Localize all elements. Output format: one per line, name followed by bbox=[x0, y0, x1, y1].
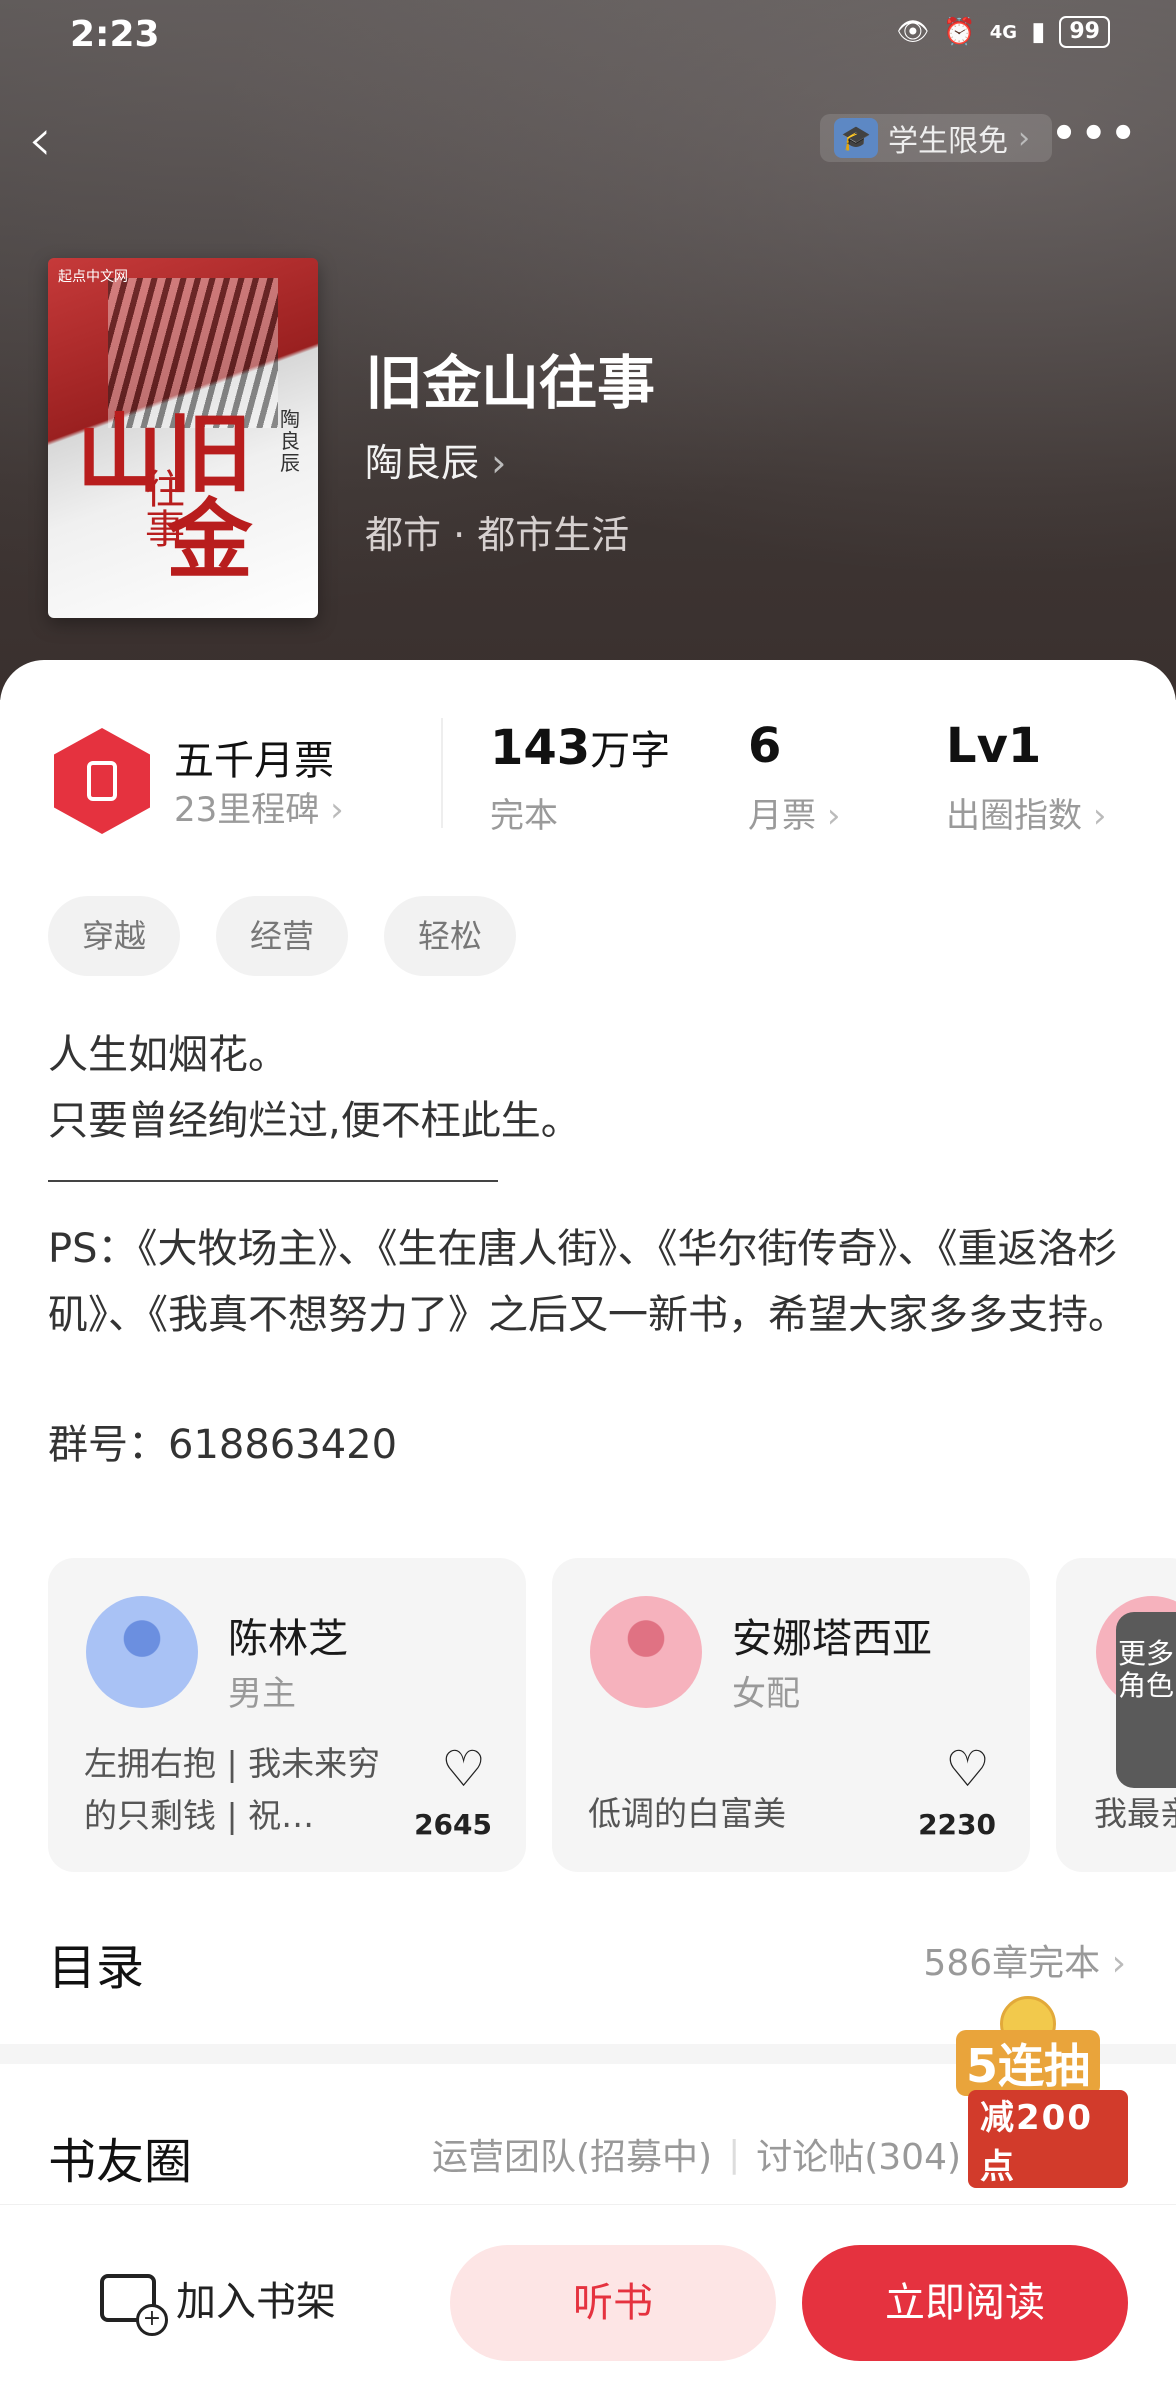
character-role: 男主 bbox=[228, 1674, 296, 1714]
signal-icon: ▮ bbox=[1031, 17, 1046, 47]
add-to-shelf-label: 加入书架 bbox=[176, 2279, 336, 2325]
book-genre: 都市 · 都市生活 bbox=[365, 513, 630, 557]
status-icons: 👁 ⏰ 4G ▮ 99 bbox=[896, 16, 1110, 48]
eye-icon: 👁 bbox=[896, 17, 930, 47]
tag-chip[interactable]: 经营 bbox=[216, 896, 349, 976]
more-button[interactable]: ••• bbox=[1051, 114, 1140, 154]
book-cover[interactable]: 起点中文网 旧金山 往事 陶良辰 bbox=[48, 258, 318, 618]
student-free-label: 学生限免 bbox=[888, 124, 1008, 159]
completion-status: 完本 bbox=[490, 796, 558, 836]
promo-title: 5连抽 bbox=[956, 2030, 1101, 2096]
catalog-title: 目录 bbox=[48, 1940, 145, 1996]
character-desc: 低调的白富美 bbox=[588, 1794, 786, 1833]
community-title: 书友圈 bbox=[48, 2134, 193, 2190]
more-horizontal-icon: ••• bbox=[1051, 111, 1140, 157]
like-count: 2230 bbox=[918, 1808, 996, 1841]
alarm-icon: ⏰ bbox=[943, 17, 976, 47]
description-ps: PS：《大牧场主》、《生在唐人街》、《华尔街传奇》、《重返洛杉矶》、《我真不想努… bbox=[48, 1226, 1128, 1338]
ticket-badge-icon bbox=[54, 728, 150, 834]
influence-link[interactable]: 出圈指数 › bbox=[946, 788, 1106, 837]
character-avatar bbox=[86, 1596, 198, 1708]
stats-row: 五千月票 23里程碑 › 143万字 完本 6 月票 › Lv1 出圈指数 › bbox=[0, 718, 1176, 858]
operation-team-link[interactable]: 运营团队(招募中) bbox=[432, 2128, 712, 2180]
book-title: 旧金山往事 bbox=[365, 349, 656, 417]
add-to-shelf-button[interactable]: 加入书架 bbox=[100, 2269, 336, 2336]
author-name: 陶良辰 bbox=[365, 441, 480, 485]
author-link[interactable]: 陶良辰 › bbox=[365, 432, 506, 487]
bookshelf-add-icon bbox=[100, 2274, 168, 2336]
character-avatar bbox=[590, 1596, 702, 1708]
divider bbox=[441, 718, 443, 828]
network-label: 4G bbox=[989, 21, 1018, 43]
chevron-right-icon: › bbox=[1111, 1943, 1126, 1984]
tickets-value: 6 bbox=[748, 718, 782, 774]
chevron-left-icon: ‹ bbox=[28, 105, 52, 175]
promo-subtitle: 减200点 bbox=[968, 2090, 1128, 2188]
word-count: 143万字 bbox=[490, 718, 670, 776]
chevron-right-icon: › bbox=[491, 441, 507, 485]
tickets-link[interactable]: 月票 › bbox=[748, 788, 840, 837]
status-time: 2:23 bbox=[70, 14, 160, 55]
read-now-button[interactable]: 立即阅读 bbox=[802, 2245, 1128, 2361]
character-card[interactable]: 安娜塔西亚 女配 低调的白富美 ♡ 2230 bbox=[552, 1558, 1030, 1872]
catalog-status: 586章完本 bbox=[923, 1943, 1101, 1984]
cover-brand: 起点中文网 bbox=[58, 269, 128, 285]
promo-badge[interactable]: 5连抽 减200点 bbox=[950, 1996, 1128, 2188]
listen-button[interactable]: 听书 bbox=[450, 2245, 776, 2361]
influence-value: Lv1 bbox=[946, 718, 1042, 774]
battery-indicator: 99 bbox=[1059, 16, 1110, 48]
description-line: 只要曾经绚烂过,便不枉此生。 bbox=[48, 1098, 581, 1144]
top-nav: ‹ 🎓 学生限免 › ••• bbox=[0, 110, 1176, 180]
character-name: 陈林芝 bbox=[228, 1616, 348, 1662]
discussion-posts-link[interactable]: 讨论帖(304) bbox=[756, 2128, 961, 2180]
character-desc: 我最亲 bbox=[1094, 1794, 1176, 1833]
cover-art bbox=[108, 278, 278, 428]
chevron-right-icon: › bbox=[330, 790, 344, 830]
back-button[interactable]: ‹ bbox=[28, 110, 52, 170]
student-free-button[interactable]: 🎓 学生限免 › bbox=[820, 114, 1052, 162]
monthly-ticket-title: 五千月票 bbox=[174, 738, 334, 784]
status-bar: 2:23 👁 ⏰ 4G ▮ 99 bbox=[0, 0, 1176, 72]
cover-author: 陶良辰 bbox=[280, 407, 300, 475]
cover-subtitle: 往事 bbox=[138, 468, 184, 548]
word-count-unit: 万字 bbox=[590, 728, 671, 774]
bottom-action-bar: 加入书架 听书 立即阅读 bbox=[0, 2204, 1176, 2401]
description-group: 群号：618863420 bbox=[48, 1422, 398, 1468]
tag-chip[interactable]: 轻松 bbox=[384, 896, 517, 976]
description-line: 人生如烟花。 bbox=[48, 1032, 288, 1078]
character-name: 安娜塔西亚 bbox=[732, 1616, 932, 1662]
influence-label: 出圈指数 bbox=[946, 796, 1082, 836]
character-card[interactable]: 陈林芝 男主 左拥右抱 | 我未来穷的只剩钱 | 祝… ♡ 2645 bbox=[48, 1558, 526, 1872]
milestone-link[interactable]: 23里程碑 › bbox=[174, 782, 344, 831]
description-separator bbox=[48, 1180, 498, 1182]
graduation-cap-icon: 🎓 bbox=[834, 118, 878, 158]
milestone-label: 23里程碑 bbox=[174, 790, 320, 830]
tickets-label: 月票 bbox=[748, 796, 816, 836]
catalog-link[interactable]: 586章完本 › bbox=[923, 1934, 1126, 1986]
chevron-right-icon: › bbox=[826, 796, 841, 836]
word-count-value: 143 bbox=[490, 720, 591, 776]
tag-chip[interactable]: 穿越 bbox=[48, 896, 181, 976]
like-count: 2645 bbox=[414, 1808, 492, 1841]
tickets-count: 6 bbox=[748, 718, 781, 774]
influence-index: Lv1 bbox=[946, 718, 1041, 774]
heart-icon[interactable]: ♡ bbox=[441, 1744, 486, 1794]
chevron-right-icon: › bbox=[1018, 120, 1030, 156]
character-role: 女配 bbox=[732, 1674, 800, 1714]
more-roles-button[interactable]: 更多角色 bbox=[1116, 1612, 1176, 1788]
heart-icon[interactable]: ♡ bbox=[945, 1744, 990, 1794]
character-desc: 左拥右抱 | 我未来穷的只剩钱 | 祝… bbox=[84, 1744, 381, 1835]
divider: | bbox=[728, 2133, 741, 2175]
chevron-right-icon: › bbox=[1092, 796, 1107, 836]
